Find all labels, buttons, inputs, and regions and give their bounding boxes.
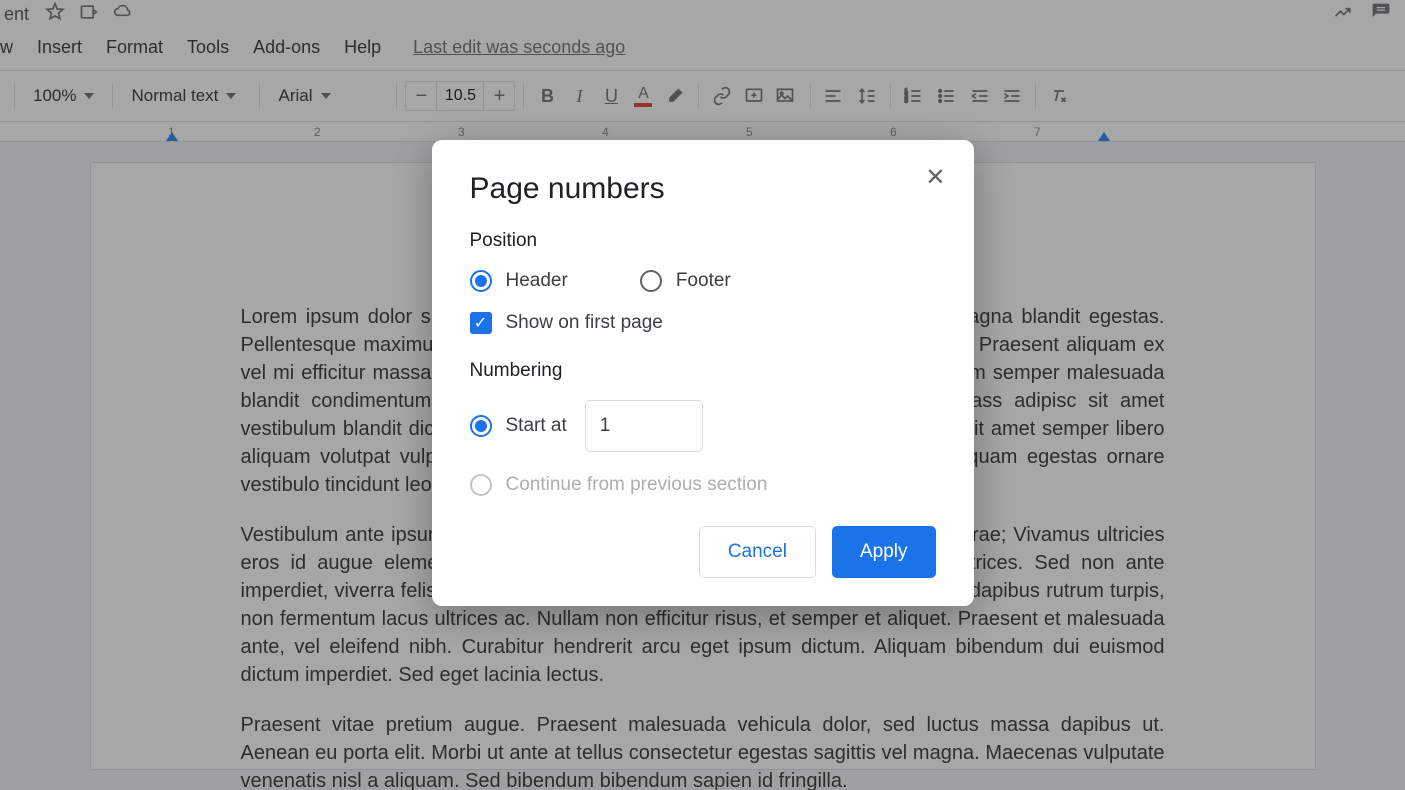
- radio-selected-icon: [470, 270, 492, 292]
- header-radio-label: Header: [506, 270, 568, 292]
- header-radio-option[interactable]: Header: [470, 270, 568, 292]
- radio-selected-icon: [470, 415, 492, 437]
- footer-radio-option[interactable]: Footer: [640, 270, 731, 292]
- continue-label: Continue from previous section: [506, 474, 768, 496]
- continue-radio-option: Continue from previous section: [470, 474, 936, 496]
- show-first-page-label: Show on first page: [506, 312, 663, 334]
- radio-disabled-icon: [470, 474, 492, 496]
- footer-radio-label: Footer: [676, 270, 731, 292]
- numbering-section-label: Numbering: [470, 360, 936, 382]
- show-first-page-checkbox[interactable]: ✓ Show on first page: [470, 312, 936, 334]
- close-button[interactable]: ✕: [925, 166, 945, 190]
- checkbox-checked-icon: ✓: [470, 312, 492, 334]
- start-at-label: Start at: [506, 415, 567, 437]
- cancel-button[interactable]: Cancel: [699, 526, 816, 578]
- page-numbers-dialog: ✕ Page numbers Position Header Footer ✓ …: [432, 140, 974, 606]
- start-at-input[interactable]: [585, 400, 703, 452]
- apply-button[interactable]: Apply: [832, 526, 936, 578]
- modal-overlay[interactable]: ✕ Page numbers Position Header Footer ✓ …: [0, 0, 1405, 790]
- dialog-title: Page numbers: [470, 172, 936, 206]
- start-at-radio-option[interactable]: Start at: [470, 415, 567, 437]
- radio-unselected-icon: [640, 270, 662, 292]
- position-section-label: Position: [470, 230, 936, 252]
